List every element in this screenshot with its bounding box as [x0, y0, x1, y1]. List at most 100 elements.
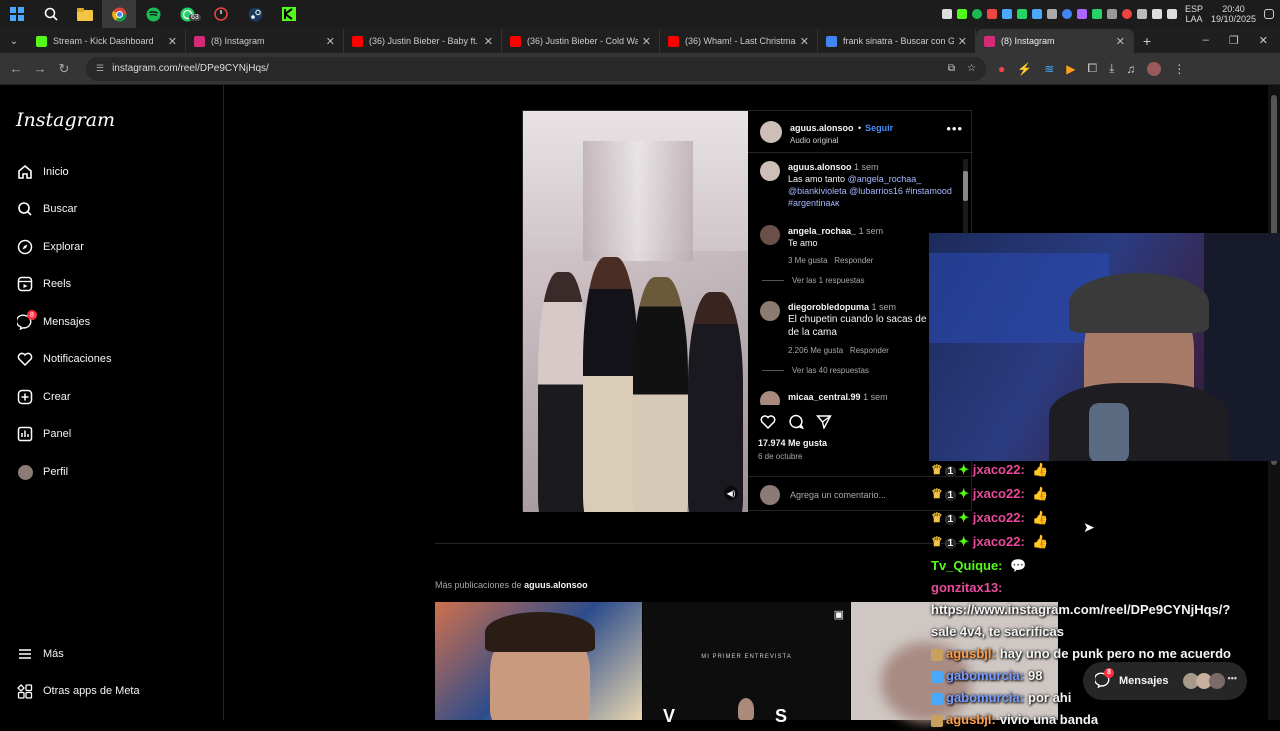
sidebar-item-buscar[interactable]: Buscar [16, 200, 77, 218]
instagram-logo[interactable]: Instagram [16, 109, 115, 131]
chat-username[interactable]: jxaco22: [973, 462, 1025, 477]
more-posts-username[interactable]: aguus.alonsoo [524, 580, 588, 590]
browser-tab[interactable]: (36) Wham! - Last Christmas (O ✕ [660, 29, 818, 53]
sidebar-item-crear[interactable]: Crear [16, 388, 71, 406]
extension-icon[interactable]: ● [998, 62, 1005, 76]
chat-username[interactable]: gabomurcia: [946, 668, 1024, 683]
post-username[interactable]: aguus.alonsoo [790, 123, 854, 133]
timer-icon[interactable] [204, 0, 238, 28]
bluetooth-icon[interactable] [1001, 9, 1012, 19]
chat-username[interactable]: jxaco22: [973, 534, 1025, 549]
chat-username[interactable]: jxaco22: [973, 510, 1025, 525]
messages-floating-button[interactable]: 8 Mensajes ••• [1083, 662, 1247, 700]
reply-button[interactable]: Responder [850, 346, 889, 355]
close-tab-icon[interactable]: ✕ [642, 35, 651, 48]
download-icon[interactable]: ⤓ [1109, 61, 1114, 76]
audio-label[interactable]: Audio original [790, 136, 893, 145]
tray-app-icon[interactable] [986, 9, 997, 19]
browser-tab[interactable]: (36) Justin Bieber - Cold Water ✕ [502, 29, 660, 53]
comment-icon[interactable] [788, 414, 805, 433]
kick-icon[interactable] [272, 0, 306, 28]
sidebar-item-panel[interactable]: Panel [16, 425, 71, 443]
avatar[interactable] [760, 391, 780, 405]
sidebar-item-mensajes[interactable]: 8 Mensajes [16, 310, 90, 331]
close-tab-icon[interactable]: ✕ [1116, 35, 1125, 48]
tray-app-icon[interactable] [1031, 9, 1042, 19]
reel-video[interactable]: ◀) [523, 111, 748, 512]
new-tab-button[interactable]: + [1134, 29, 1160, 53]
reload-icon[interactable]: ↻ [52, 61, 76, 77]
chrome-menu-icon[interactable]: ⋮ [1173, 62, 1185, 76]
tray-app-icon[interactable] [1091, 9, 1102, 19]
browser-tab[interactable]: Stream - Kick Dashboard ✕ [28, 29, 186, 53]
site-info-icon[interactable]: ☰ [96, 63, 104, 74]
reply-button[interactable]: Responder [834, 256, 873, 265]
avatar[interactable] [760, 120, 782, 143]
tray-app-icon[interactable] [1121, 9, 1132, 19]
install-app-icon[interactable]: ⧉ [948, 63, 955, 74]
browser-tab[interactable]: frank sinatra - Buscar con Goog ✕ [818, 29, 976, 53]
minimize-icon[interactable]: – [1203, 34, 1209, 46]
tray-app-icon[interactable] [1076, 9, 1087, 19]
close-tab-icon[interactable]: ✕ [484, 35, 493, 48]
more-options-icon[interactable]: ••• [946, 121, 963, 136]
avatar[interactable] [760, 161, 780, 181]
close-tab-icon[interactable]: ✕ [168, 35, 177, 48]
search-icon[interactable] [34, 0, 68, 28]
tab-search-chevron-icon[interactable]: ⌄ [0, 29, 28, 53]
avatar[interactable] [760, 301, 780, 321]
like-heart-icon[interactable] [760, 414, 776, 433]
chat-username[interactable]: gabomurcia: [946, 690, 1024, 705]
browser-tab[interactable]: (8) Instagram ✕ [976, 29, 1134, 53]
tray-app-icon[interactable] [956, 9, 967, 19]
tray-app-icon[interactable] [1061, 9, 1072, 19]
more-post-thumbnail[interactable]: MI PRIMER ENTREVISTA V S ▣ [643, 602, 850, 726]
close-window-icon[interactable]: ✕ [1259, 34, 1268, 47]
chrome-icon[interactable] [102, 0, 136, 28]
like-count[interactable]: 17.974 Me gusta [758, 438, 827, 448]
sidebar-item-perfil[interactable]: Perfil [16, 463, 68, 481]
chat-username[interactable]: jxaco22: [973, 486, 1025, 501]
tray-app-icon[interactable] [1136, 9, 1147, 19]
back-icon[interactable]: ← [4, 61, 28, 76]
address-bar[interactable]: ☰ instagram.com/reel/DPe9CYNjHqs/ ⧉ ☆ [86, 56, 986, 81]
restore-icon[interactable]: ❐ [1229, 34, 1239, 47]
avatar[interactable] [760, 225, 780, 245]
extension-icon[interactable]: ⚡ [1017, 62, 1032, 76]
sidebar-item-mas[interactable]: Más [16, 645, 64, 663]
share-send-icon[interactable] [816, 414, 832, 433]
spotify-icon[interactable] [136, 0, 170, 28]
whatsapp-icon[interactable]: 63 [170, 0, 204, 28]
mute-icon[interactable]: ◀) [724, 486, 738, 500]
notification-bell-icon[interactable] [1264, 9, 1274, 19]
close-tab-icon[interactable]: ✕ [326, 35, 335, 48]
browser-tab[interactable]: (8) Instagram ✕ [186, 29, 344, 53]
tray-app-icon[interactable] [1106, 9, 1117, 19]
sidebar-item-notificaciones[interactable]: Notificaciones [16, 350, 111, 368]
extension-icon[interactable]: ≋ [1044, 62, 1054, 76]
bookmark-star-icon[interactable]: ☆ [967, 63, 976, 74]
steam-icon[interactable] [238, 0, 272, 28]
chat-username[interactable]: gonzitax13: [931, 580, 1003, 595]
clock[interactable]: 20:40 19/10/2025 [1211, 4, 1256, 24]
extension-icon[interactable]: ▶ [1066, 62, 1075, 76]
language-indicator[interactable]: ESP LAA [1185, 4, 1203, 24]
tray-app-icon[interactable] [1016, 9, 1027, 19]
more-post-thumbnail[interactable] [435, 602, 642, 720]
file-explorer-icon[interactable] [68, 0, 102, 28]
close-tab-icon[interactable]: ✕ [958, 35, 967, 48]
follow-button[interactable]: Seguir [865, 123, 893, 133]
forward-icon[interactable]: → [28, 61, 52, 76]
close-tab-icon[interactable]: ✕ [800, 35, 809, 48]
tray-app-icon[interactable] [971, 9, 982, 19]
tray-app-icon[interactable] [1046, 9, 1057, 19]
sidebar-item-inicio[interactable]: Inicio [16, 163, 69, 181]
extensions-puzzle-icon[interactable]: ⧠ [1088, 61, 1098, 76]
tray-app-icon[interactable] [941, 9, 952, 19]
chat-username[interactable]: Tv_Quique: [931, 558, 1003, 573]
browser-tab[interactable]: (36) Justin Bieber - Baby ft. Lud ✕ [344, 29, 502, 53]
volume-icon[interactable] [1166, 9, 1177, 19]
wifi-icon[interactable] [1151, 9, 1162, 19]
sidebar-item-meta-apps[interactable]: Otras apps de Meta [16, 682, 140, 700]
media-control-icon[interactable]: ♫ [1126, 62, 1135, 76]
